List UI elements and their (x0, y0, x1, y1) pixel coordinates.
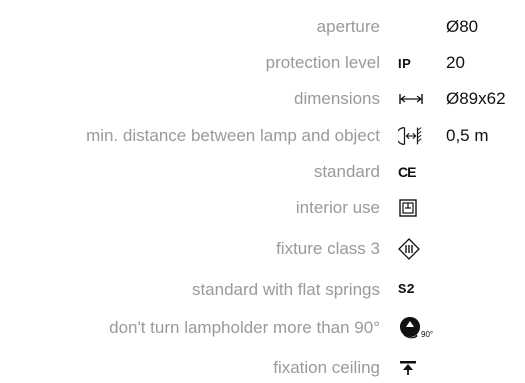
spec-label: fixation ceiling (273, 358, 380, 377)
spec-row-dimensions: dimensions Ø89x62 (0, 84, 525, 114)
spec-value: 20 (446, 53, 465, 72)
spec-row-aperture: aperture Ø80 (0, 12, 525, 42)
spec-row-interior-use: interior use (0, 193, 525, 223)
spec-row-min-distance: min. distance between lamp and object 0,… (0, 121, 525, 151)
min-distance-icon (398, 123, 424, 149)
spec-row-flat-springs: standard with flat springs S2 (0, 275, 525, 305)
spec-value: Ø80 (446, 17, 479, 36)
ce-mark-icon: CE (398, 164, 416, 180)
spec-row-rotation-limit: don't turn lampholder more than 90° 90° (0, 313, 525, 343)
spec-label: fixture class 3 (276, 239, 380, 258)
ceiling-fixation-icon (398, 355, 424, 381)
spec-row-standard: standard CE (0, 157, 525, 187)
spec-label: protection level (265, 53, 380, 72)
spec-label: don't turn lampholder more than 90° (109, 318, 380, 337)
spec-label: standard (313, 162, 380, 181)
spec-label: aperture (316, 17, 380, 36)
spec-label: standard with flat springs (191, 280, 380, 299)
spec-row-fixture-class-3: fixture class 3 (0, 234, 525, 264)
spec-row-protection-level: protection level IP 20 (0, 48, 525, 78)
interior-use-icon (398, 195, 424, 221)
spec-label: dimensions (294, 89, 380, 108)
class-3-icon (398, 236, 424, 262)
spec-label: min. distance between lamp and object (86, 126, 380, 145)
rotation-limit-icon: 90° (398, 315, 438, 341)
spec-row-fixation-ceiling: fixation ceiling (0, 353, 525, 383)
spec-label: interior use (295, 198, 380, 217)
spec-value: Ø89x62 (446, 89, 506, 108)
spec-value: 0,5 m (446, 126, 489, 145)
dimensions-arrow-icon (398, 86, 424, 112)
ip-rating-icon: IP (398, 55, 412, 71)
flat-springs-icon: S2 (398, 282, 415, 298)
